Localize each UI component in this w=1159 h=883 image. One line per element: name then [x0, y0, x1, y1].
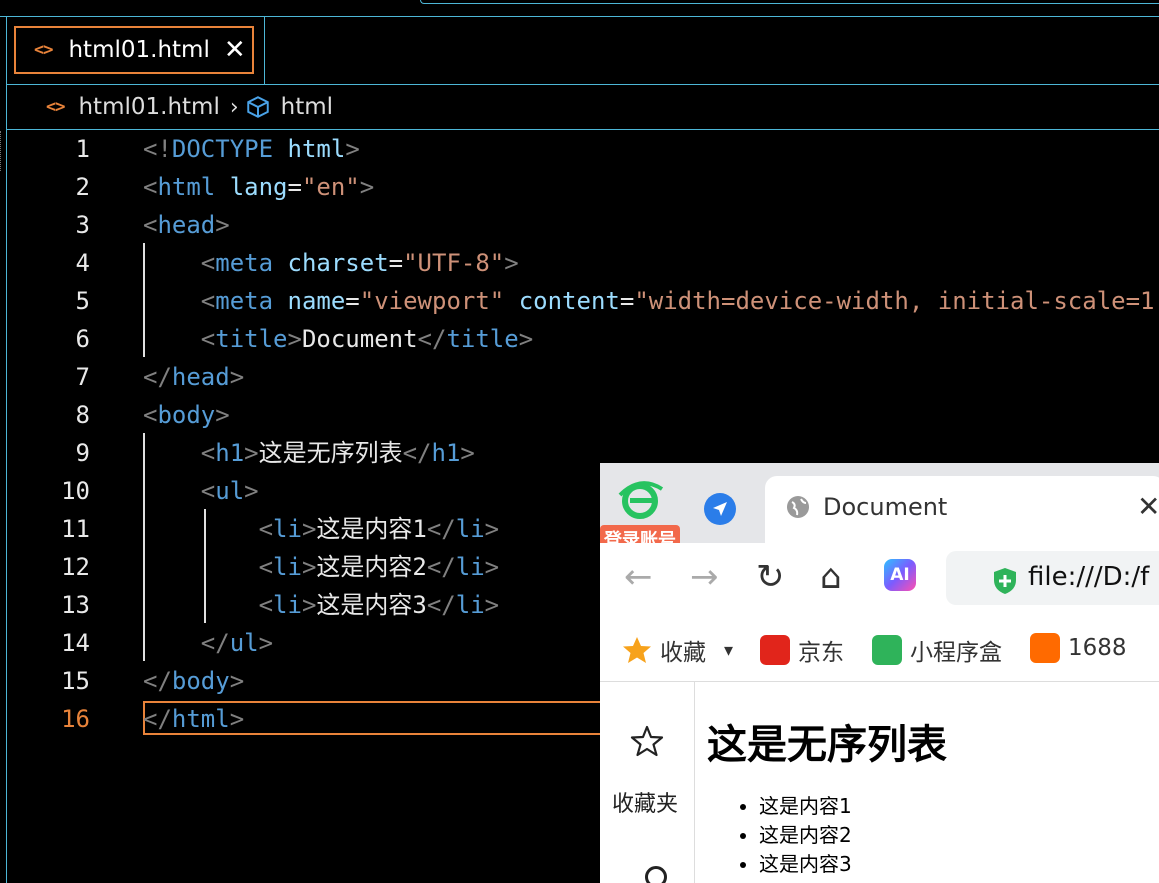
code-line[interactable]: 2 <html lang="en">: [0, 168, 1159, 206]
line-number: 2: [75, 173, 90, 201]
bookmark-label: 京东: [798, 640, 844, 666]
line-number: 11: [61, 515, 90, 543]
star-icon[interactable]: [630, 724, 664, 758]
1688-icon: [1030, 633, 1060, 663]
line-number: 3: [75, 211, 90, 239]
line-number: 6: [75, 325, 90, 353]
editor-tab-html01[interactable]: <> html01.html ✕: [14, 26, 254, 74]
navigation-arrow-icon[interactable]: [704, 493, 736, 525]
reload-icon[interactable]: ↻: [756, 557, 785, 597]
code-line[interactable]: 1 <!DOCTYPE html>: [0, 130, 1159, 168]
code-text[interactable]: <!DOCTYPE html>: [143, 130, 360, 168]
title-bar-edge: [420, 0, 1159, 4]
jd-icon: [760, 635, 790, 665]
breadcrumb: <> html01.html › html: [6, 85, 1159, 130]
browser-tab-document[interactable]: Document ✕: [765, 476, 1159, 543]
search-icon[interactable]: [645, 866, 667, 883]
ai-assistant-icon[interactable]: AI: [884, 559, 916, 591]
code-text[interactable]: </body>: [143, 662, 244, 700]
tab-separator: [264, 17, 265, 84]
tab-label: html01.html: [68, 37, 210, 63]
line-number: 12: [61, 553, 90, 581]
page-list: 这是内容1这是内容2这是内容3: [719, 792, 852, 879]
globe-icon: [787, 496, 809, 518]
code-text[interactable]: <title>Document</title>: [143, 320, 533, 358]
browser-logo-icon[interactable]: [616, 477, 664, 521]
bookmark-label: 收藏: [660, 640, 706, 666]
bookmarks-bar: 收藏 ▾ 京东 小程序盒 1688: [600, 615, 1159, 682]
close-icon[interactable]: ✕: [224, 35, 246, 65]
browser-window[interactable]: 登录账号 Document ✕ ← → ↻ ⌂ AI file:///D:/f …: [600, 463, 1159, 883]
line-number: 15: [61, 667, 90, 695]
bookmark-1688[interactable]: 1688: [1030, 633, 1127, 663]
close-icon[interactable]: ✕: [1137, 490, 1159, 523]
bookmark-jd[interactable]: 京东: [760, 633, 844, 667]
code-text[interactable]: <h1>这是无序列表</h1>: [143, 434, 475, 472]
code-line[interactable]: 5 <meta name="viewport" content="width=d…: [0, 282, 1159, 320]
code-text[interactable]: <li>这是内容1</li>: [143, 510, 500, 548]
address-bar[interactable]: file:///D:/f: [946, 551, 1159, 605]
code-text[interactable]: <body>: [143, 396, 230, 434]
code-icon: <>: [34, 40, 54, 60]
code-line[interactable]: 6 <title>Document</title>: [0, 320, 1159, 358]
browser-toolbar: ← → ↻ ⌂ AI file:///D:/f: [600, 543, 1159, 615]
mini-program-icon: [872, 635, 902, 665]
code-text[interactable]: <li>这是内容3</li>: [143, 586, 500, 624]
code-text[interactable]: <meta name="viewport" content="width=dev…: [143, 282, 1159, 320]
code-line[interactable]: 7 </head>: [0, 358, 1159, 396]
home-icon[interactable]: ⌂: [820, 557, 842, 597]
code-line[interactable]: 8 <body>: [0, 396, 1159, 434]
code-text[interactable]: </html>: [143, 700, 244, 738]
list-item: 这是内容1: [759, 792, 852, 821]
code-text[interactable]: <ul>: [143, 472, 259, 510]
bookmark-mini-program[interactable]: 小程序盒: [872, 633, 1002, 667]
line-number: 10: [61, 477, 90, 505]
page-heading: 这是无序列表: [707, 722, 947, 768]
shield-icon: [994, 568, 1016, 594]
browser-tab-strip: 登录账号 Document ✕: [600, 463, 1159, 553]
window-top-border: [0, 0, 1159, 17]
address-url[interactable]: file:///D:/f: [1028, 562, 1149, 592]
line-number: 14: [61, 629, 90, 657]
line-number: 13: [61, 591, 90, 619]
back-icon[interactable]: ←: [624, 557, 653, 597]
line-number: 7: [75, 363, 90, 391]
browser-sidebar: 收藏夹: [600, 682, 695, 883]
chevron-right-icon: ›: [229, 94, 239, 120]
list-item: 这是内容3: [759, 850, 852, 879]
bookmark-label: 小程序盒: [910, 640, 1002, 666]
browser-tab-title: Document: [823, 493, 948, 521]
breadcrumb-file[interactable]: html01.html: [78, 94, 219, 120]
editor-tab-bar: <> html01.html ✕: [6, 17, 1159, 85]
list-item: 这是内容2: [759, 821, 852, 850]
line-number: 8: [75, 401, 90, 429]
code-line[interactable]: 4 <meta charset="UTF-8">: [0, 244, 1159, 282]
sidebar-favorites-label[interactable]: 收藏夹: [612, 786, 678, 818]
bookmark-star[interactable]: 收藏 ▾: [622, 633, 733, 667]
line-number: 4: [75, 249, 90, 277]
chevron-down-icon[interactable]: ▾: [724, 640, 733, 661]
code-text[interactable]: </head>: [143, 358, 244, 396]
code-text[interactable]: <html lang="en">: [143, 168, 374, 206]
code-text[interactable]: <meta charset="UTF-8">: [143, 244, 519, 282]
page-content: 这是无序列表 这是内容1这是内容2这是内容3: [695, 682, 1159, 883]
code-text[interactable]: <head>: [143, 206, 230, 244]
cube-icon: [246, 96, 269, 118]
line-number: 16: [61, 705, 90, 733]
line-number: 5: [75, 287, 90, 315]
forward-icon[interactable]: →: [690, 557, 719, 597]
line-number: 9: [75, 439, 90, 467]
code-line[interactable]: 3 <head>: [0, 206, 1159, 244]
line-number: 1: [75, 135, 90, 163]
breadcrumb-symbol[interactable]: html: [281, 94, 333, 120]
code-text[interactable]: </ul>: [143, 624, 273, 662]
code-icon: <>: [46, 97, 66, 117]
star-icon: [622, 635, 652, 665]
bookmark-label: 1688: [1068, 635, 1127, 661]
code-text[interactable]: <li>这是内容2</li>: [143, 548, 500, 586]
